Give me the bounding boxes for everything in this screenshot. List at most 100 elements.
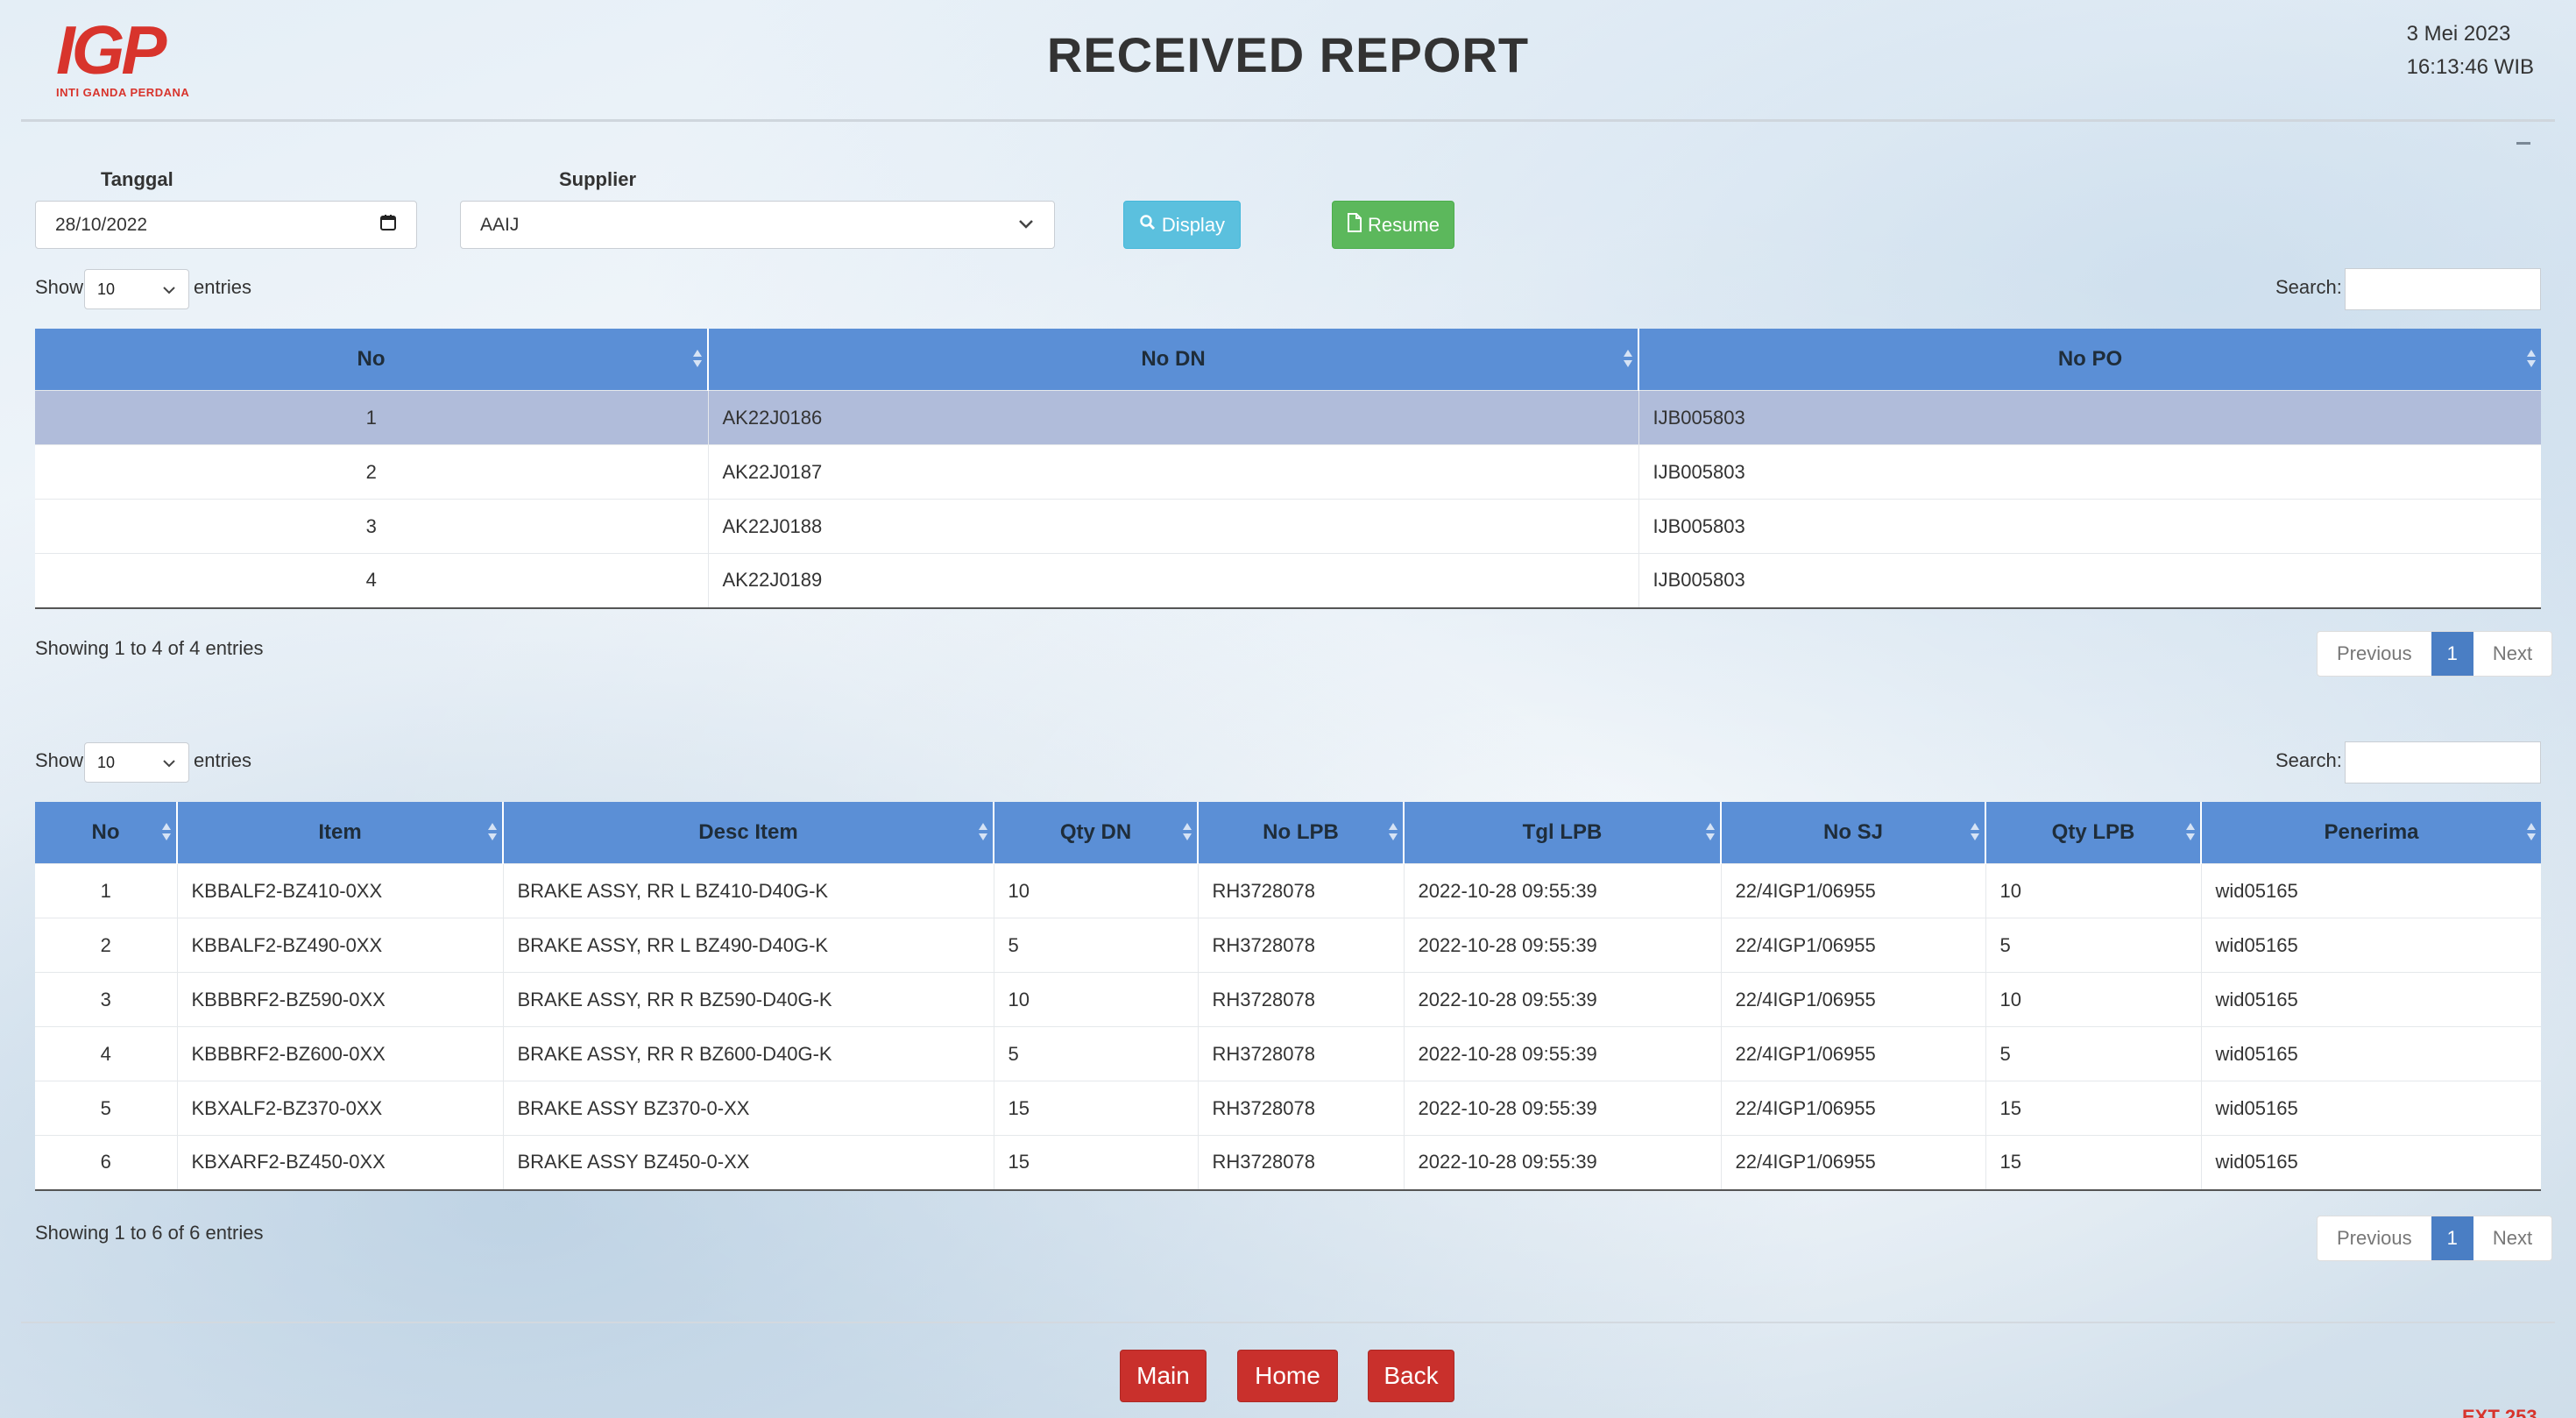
- resume-button[interactable]: Resume: [1332, 201, 1454, 249]
- display-button[interactable]: Display: [1123, 201, 1241, 249]
- cell-no: 3: [35, 972, 178, 1027]
- footer-divider: [21, 1322, 2555, 1323]
- cell-qty-lpb: 15: [1985, 1081, 2202, 1136]
- next-button[interactable]: Next: [2473, 1216, 2551, 1260]
- cell-qty-dn: 15: [994, 1081, 1199, 1136]
- table1-length-value: 10: [97, 280, 116, 298]
- back-button[interactable]: Back: [1368, 1350, 1454, 1402]
- column-header-item[interactable]: Item: [177, 802, 504, 864]
- previous-button[interactable]: Previous: [2318, 1216, 2431, 1260]
- cell-item: KBBBRF2-BZ600-0XX: [177, 1026, 504, 1081]
- supplier-value: AAIJ: [480, 214, 520, 235]
- cell-no: 5: [35, 1081, 178, 1136]
- table-row[interactable]: 1 KBBALF2-BZ410-0XX BRAKE ASSY, RR L BZ4…: [35, 863, 2541, 918]
- cell-no-sj: 22/4IGP1/06955: [1721, 863, 1986, 918]
- current-date: 3 Mei 2023: [2406, 22, 2511, 46]
- table1-length-select[interactable]: 10: [84, 269, 189, 309]
- lpb-table: No Item Desc Item Qty DN No LPB Tgl LPB …: [35, 802, 2541, 1191]
- cell-item: KBXARF2-BZ450-0XX: [177, 1135, 504, 1191]
- column-header-no-po[interactable]: No PO: [1638, 329, 2541, 391]
- cell-no-po: IJB005803: [1638, 499, 2541, 554]
- supplier-select[interactable]: AAIJ: [460, 201, 1055, 249]
- page-button-1[interactable]: 1: [2431, 1216, 2473, 1260]
- previous-button[interactable]: Previous: [2318, 632, 2431, 676]
- table-row[interactable]: 4 AK22J0189 IJB005803: [35, 553, 2541, 609]
- sort-icon: [488, 823, 497, 842]
- cell-no-po: IJB005803: [1638, 444, 2541, 500]
- column-header-desc-item[interactable]: Desc Item: [503, 802, 994, 864]
- table-row[interactable]: 2 KBBALF2-BZ490-0XX BRAKE ASSY, RR L BZ4…: [35, 918, 2541, 973]
- table1-search-input[interactable]: [2345, 268, 2541, 310]
- table-row[interactable]: 2 AK22J0187 IJB005803: [35, 444, 2541, 500]
- cell-no-sj: 22/4IGP1/06955: [1721, 1081, 1986, 1136]
- cell-no-po: IJB005803: [1638, 390, 2541, 445]
- sort-icon: [162, 823, 171, 842]
- chevron-down-icon: [1017, 215, 1035, 236]
- column-header-no-sj[interactable]: No SJ: [1721, 802, 1986, 864]
- cell-no-sj: 22/4IGP1/06955: [1721, 918, 1986, 973]
- column-header-no[interactable]: No: [35, 802, 178, 864]
- cell-desc-item: BRAKE ASSY, RR L BZ410-D40G-K: [503, 863, 994, 918]
- column-header-penerima[interactable]: Penerima: [2201, 802, 2541, 864]
- cell-item: KBBBRF2-BZ590-0XX: [177, 972, 504, 1027]
- column-header-tgl-lpb[interactable]: Tgl LPB: [1404, 802, 1722, 864]
- column-header-no-lpb[interactable]: No LPB: [1198, 802, 1405, 864]
- tanggal-date-input[interactable]: 28/10/2022: [35, 201, 417, 249]
- cell-no-lpb: RH3728078: [1198, 1026, 1405, 1081]
- cell-no: 1: [35, 390, 709, 445]
- table2-search-input[interactable]: [2345, 741, 2541, 783]
- table-row[interactable]: 6 KBXARF2-BZ450-0XX BRAKE ASSY BZ450-0-X…: [35, 1135, 2541, 1191]
- sort-icon: [2186, 823, 2195, 842]
- table-row[interactable]: 4 KBBBRF2-BZ600-0XX BRAKE ASSY, RR R BZ6…: [35, 1026, 2541, 1081]
- collapse-icon[interactable]: [2516, 142, 2530, 145]
- column-header-qty-dn[interactable]: Qty DN: [994, 802, 1199, 864]
- search-icon: [1139, 214, 1157, 237]
- table-header-row: No Item Desc Item Qty DN No LPB Tgl LPB …: [35, 802, 2541, 864]
- cell-no: 4: [35, 1026, 178, 1081]
- file-icon: [1347, 212, 1362, 238]
- sort-icon: [979, 823, 987, 842]
- cell-no-lpb: RH3728078: [1198, 1081, 1405, 1136]
- main-button[interactable]: Main: [1120, 1350, 1207, 1402]
- sort-icon: [1183, 823, 1192, 842]
- sort-icon: [693, 350, 702, 369]
- extension-label: EXT 253: [2462, 1406, 2537, 1418]
- chevron-down-icon: [162, 280, 176, 299]
- chevron-down-icon: [162, 754, 176, 772]
- column-header-no-dn[interactable]: No DN: [708, 329, 1639, 391]
- table1-pagination: Previous 1 Next: [2317, 631, 2553, 677]
- cell-no-dn: AK22J0186: [708, 390, 1639, 445]
- home-button[interactable]: Home: [1237, 1350, 1338, 1402]
- resume-button-label: Resume: [1368, 213, 1440, 236]
- tanggal-label: Tanggal: [101, 168, 173, 190]
- cell-qty-dn: 5: [994, 1026, 1199, 1081]
- table-row[interactable]: 3 KBBBRF2-BZ590-0XX BRAKE ASSY, RR R BZ5…: [35, 972, 2541, 1027]
- column-header-no[interactable]: No: [35, 329, 709, 391]
- next-button[interactable]: Next: [2473, 632, 2551, 676]
- table2-show-label: Show: [35, 749, 84, 771]
- cell-no-sj: 22/4IGP1/06955: [1721, 972, 1986, 1027]
- cell-item: KBBALF2-BZ490-0XX: [177, 918, 504, 973]
- cell-penerima: wid05165: [2201, 1081, 2541, 1136]
- column-header-qty-lpb[interactable]: Qty LPB: [1985, 802, 2202, 864]
- cell-no-po: IJB005803: [1638, 553, 2541, 609]
- cell-qty-dn: 10: [994, 972, 1199, 1027]
- page-title: RECEIVED REPORT: [1046, 27, 1530, 82]
- cell-desc-item: BRAKE ASSY BZ370-0-XX: [503, 1081, 994, 1136]
- cell-desc-item: BRAKE ASSY, RR L BZ490-D40G-K: [503, 918, 994, 973]
- cell-no-dn: AK22J0188: [708, 499, 1639, 554]
- page-button-1[interactable]: 1: [2431, 632, 2473, 676]
- table2-length-select[interactable]: 10: [84, 742, 189, 783]
- table-row[interactable]: 1 AK22J0186 IJB005803: [35, 390, 2541, 445]
- cell-penerima: wid05165: [2201, 918, 2541, 973]
- cell-qty-lpb: 5: [1985, 918, 2202, 973]
- table-row[interactable]: 3 AK22J0188 IJB005803: [35, 499, 2541, 554]
- table-row[interactable]: 5 KBXALF2-BZ370-0XX BRAKE ASSY BZ370-0-X…: [35, 1081, 2541, 1136]
- calendar-icon[interactable]: [379, 214, 397, 237]
- cell-penerima: wid05165: [2201, 1026, 2541, 1081]
- tanggal-value: 28/10/2022: [55, 214, 148, 235]
- table1-search-label: Search:: [2275, 276, 2342, 298]
- logo-subtitle: INTI GANDA PERDANA: [56, 86, 190, 99]
- table2-pagination: Previous 1 Next: [2317, 1216, 2553, 1261]
- table1-show-label: Show: [35, 276, 84, 298]
